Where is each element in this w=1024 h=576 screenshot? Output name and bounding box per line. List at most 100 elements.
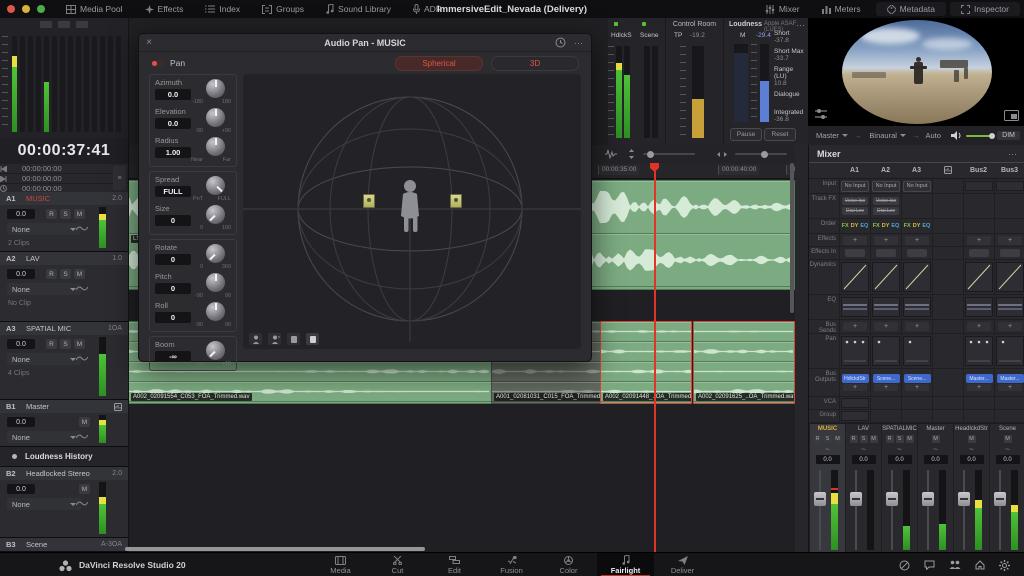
fader-solo-button[interactable]: S bbox=[860, 435, 868, 443]
speaker-object-left[interactable] bbox=[363, 194, 375, 208]
pan-graph[interactable] bbox=[965, 336, 993, 366]
mixer-cell[interactable]: HdlckdStr+ bbox=[839, 369, 870, 396]
track-volume-value[interactable]: 0.0 bbox=[7, 417, 35, 427]
effects-in-toggle[interactable] bbox=[845, 249, 865, 257]
eq-graph[interactable] bbox=[965, 297, 993, 317]
timeline-vertical-scrollbar[interactable] bbox=[790, 163, 794, 313]
fader-handle[interactable] bbox=[958, 492, 970, 506]
pan-graph[interactable] bbox=[841, 336, 869, 366]
track-record-arm-button[interactable]: R bbox=[46, 269, 57, 279]
mixer-cell[interactable]: FXDYEQ bbox=[870, 219, 901, 233]
mixer-cell[interactable] bbox=[870, 260, 901, 294]
fader-handle[interactable] bbox=[994, 492, 1006, 506]
azimuth-knob[interactable] bbox=[206, 79, 225, 98]
fader-value[interactable]: 0.0 bbox=[960, 455, 984, 464]
automation-curve-icon[interactable] bbox=[76, 285, 88, 292]
mixer-column-bus2[interactable]: Bus2 bbox=[963, 163, 994, 178]
vca-slot[interactable] bbox=[841, 398, 869, 408]
fader-record-button[interactable]: R bbox=[850, 435, 858, 443]
window-zoom-button[interactable] bbox=[37, 5, 45, 13]
home-icon[interactable] bbox=[975, 560, 985, 571]
menu-meters[interactable]: Meters bbox=[811, 0, 872, 18]
mixer-cell[interactable]: + bbox=[994, 234, 1024, 246]
tab-cut[interactable]: Cut bbox=[369, 553, 426, 576]
loudness-history-row[interactable]: Loudness History bbox=[0, 447, 128, 467]
vertical-zoom-slider[interactable] bbox=[643, 153, 695, 155]
automation-curve-icon[interactable] bbox=[76, 355, 88, 362]
add-button[interactable]: + bbox=[874, 322, 898, 331]
track-mute-button[interactable]: M bbox=[79, 417, 90, 427]
track-route-select[interactable]: None bbox=[7, 283, 81, 295]
add-bus-send[interactable]: + bbox=[874, 384, 898, 391]
track-header[interactable]: B2 Headlocked Stereo 2.0 bbox=[0, 467, 128, 480]
mixer-cell[interactable]: + bbox=[839, 320, 870, 333]
track-solo-button[interactable]: S bbox=[60, 339, 71, 349]
mixer-cell[interactable] bbox=[839, 334, 870, 368]
fader-mute-button[interactable]: M bbox=[906, 435, 914, 443]
list-options-icon[interactable]: ≡ bbox=[113, 166, 126, 190]
pan-sphere-view[interactable] bbox=[243, 74, 581, 349]
track-b3[interactable]: B3 Scene A-3OA bbox=[0, 538, 128, 552]
mixer-cell[interactable]: Scene...+ bbox=[901, 369, 932, 396]
input-slot[interactable] bbox=[996, 181, 1024, 191]
mixer-cell[interactable]: No Input bbox=[870, 179, 901, 193]
goto-end-icon[interactable] bbox=[0, 176, 22, 182]
mixer-cell[interactable]: + bbox=[994, 320, 1024, 333]
mixer-cell[interactable]: + bbox=[870, 234, 901, 246]
order-token-fx[interactable]: FX bbox=[842, 223, 849, 229]
boom-knob[interactable] bbox=[206, 341, 225, 360]
fader-value[interactable]: 0.0 bbox=[852, 455, 876, 464]
effects-in-toggle[interactable] bbox=[969, 249, 989, 257]
fader-mute-button[interactable]: M bbox=[968, 435, 976, 443]
automation-curve-icon[interactable]: ~ bbox=[810, 445, 845, 455]
track-record-arm-button[interactable]: R bbox=[46, 209, 57, 219]
dynamics-graph[interactable] bbox=[841, 262, 869, 292]
track-fx-voice-iso[interactable]: Voice Iso bbox=[842, 197, 868, 205]
track-route-select[interactable]: None bbox=[7, 353, 81, 365]
track-header[interactable]: A3 SPATIAL MIC 1OA bbox=[0, 322, 128, 335]
order-token-eq[interactable]: EQ bbox=[922, 223, 930, 229]
dim-button[interactable]: DIM bbox=[997, 131, 1020, 140]
group-slot[interactable] bbox=[841, 411, 869, 421]
fader-strip-master[interactable]: Master M ~ 0.0 bbox=[917, 424, 953, 555]
track-fx-voice-iso[interactable]: Voice Iso bbox=[873, 197, 899, 205]
fader-mute-button[interactable]: M bbox=[1004, 435, 1012, 443]
viewer-settings-icon[interactable] bbox=[814, 108, 828, 120]
meter-view-tab[interactable] bbox=[76, 21, 88, 28]
close-icon[interactable]: × bbox=[139, 37, 159, 48]
input-slot[interactable] bbox=[965, 181, 993, 191]
mixer-column-master[interactable] bbox=[932, 163, 963, 178]
track-header[interactable]: B3 Scene A-3OA bbox=[0, 538, 128, 551]
menu-inspector[interactable]: Inspector bbox=[950, 2, 1020, 16]
roll-knob[interactable] bbox=[206, 302, 225, 321]
mixer-cell[interactable] bbox=[901, 260, 932, 294]
eq-graph[interactable] bbox=[872, 297, 900, 317]
fader-handle[interactable] bbox=[814, 492, 826, 506]
fader-handle[interactable] bbox=[886, 492, 898, 506]
mixer-cell[interactable] bbox=[994, 247, 1024, 259]
track-mute-button[interactable]: M bbox=[74, 269, 85, 279]
dynamics-graph[interactable] bbox=[903, 262, 931, 292]
fader-value[interactable]: 0.0 bbox=[924, 455, 948, 464]
fader-strip-headlckdstr[interactable]: HeadlckdStr M ~ 0.0 bbox=[953, 424, 989, 555]
dynamics-graph[interactable] bbox=[996, 262, 1024, 292]
mixer-cell[interactable] bbox=[870, 295, 901, 319]
control-value[interactable]: 0 bbox=[155, 283, 191, 294]
control-value[interactable]: 0 bbox=[155, 215, 191, 226]
track-fx-dial-lev[interactable]: Dial Lev bbox=[873, 207, 899, 215]
track-header[interactable]: B1 Master bbox=[0, 400, 128, 413]
mixer-menu-icon[interactable]: ··· bbox=[1008, 149, 1017, 159]
loudness-pause-button[interactable]: Pause bbox=[730, 128, 762, 141]
mixer-cell[interactable] bbox=[870, 247, 901, 259]
fader-solo-button[interactable]: S bbox=[896, 435, 904, 443]
track-volume-value[interactable]: 0.0 bbox=[7, 209, 35, 219]
monitor-mode-label[interactable]: Auto bbox=[925, 131, 940, 140]
mixer-cell[interactable]: Voice Iso Dial Lev bbox=[870, 194, 901, 218]
add-button[interactable]: + bbox=[998, 322, 1022, 331]
track-volume-value[interactable]: 0.0 bbox=[7, 269, 35, 279]
add-button[interactable]: + bbox=[967, 236, 991, 245]
pitch-knob[interactable] bbox=[206, 273, 225, 292]
mixer-cell[interactable] bbox=[901, 334, 932, 368]
mixer-cell[interactable] bbox=[839, 410, 870, 422]
picture-in-picture-icon[interactable] bbox=[1004, 110, 1019, 121]
